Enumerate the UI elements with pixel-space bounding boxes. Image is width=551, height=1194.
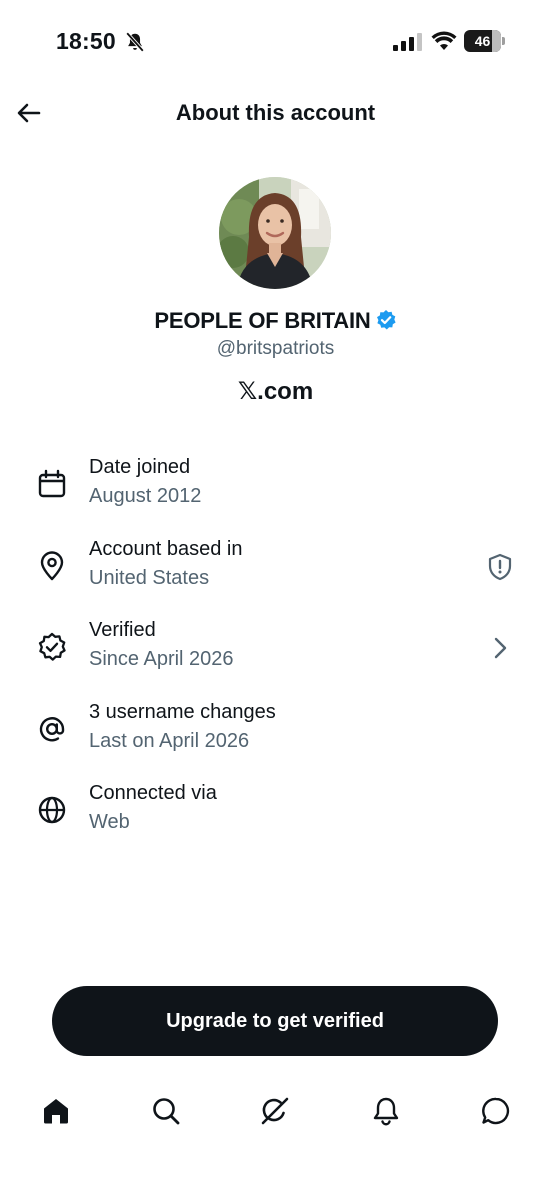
- signal-icon: [393, 33, 422, 51]
- info-row-verified[interactable]: Verified Since April 2026: [0, 619, 551, 689]
- verified-check-icon: [38, 632, 66, 661]
- calendar-icon: [38, 469, 66, 498]
- upgrade-to-get-verified-button[interactable]: Upgrade to get verified: [52, 986, 498, 1056]
- row-title: Date joined: [89, 456, 191, 478]
- info-row-username-changes: 3 username changes Last on April 2026: [0, 701, 551, 771]
- row-subtitle: August 2012: [89, 485, 202, 507]
- home-icon[interactable]: [39, 1094, 73, 1128]
- info-row-connected-via: Connected via Web: [0, 782, 551, 852]
- row-subtitle: Web: [89, 811, 130, 833]
- status-time: 18:50: [56, 28, 116, 54]
- shield-alert-icon[interactable]: [485, 552, 515, 582]
- row-title: Verified: [89, 619, 156, 641]
- row-title: Account based in: [89, 538, 243, 560]
- bottom-tab-bar: [0, 1080, 551, 1146]
- at-sign-icon: [39, 717, 65, 742]
- row-subtitle: Last on April 2026: [89, 730, 250, 752]
- info-row-account-based-in: Account based in United States: [0, 538, 551, 608]
- avatar[interactable]: [219, 177, 331, 289]
- messages-icon[interactable]: [479, 1094, 513, 1128]
- verified-badge-icon: [376, 310, 396, 330]
- display-name-row: PEOPLE OF BRITAIN: [0, 308, 551, 334]
- row-subtitle: Since April 2026: [89, 648, 234, 670]
- chevron-right-icon[interactable]: [485, 633, 515, 663]
- status-bar: 18:50 46: [0, 0, 551, 84]
- globe-icon: [38, 796, 66, 824]
- battery-icon: 46: [464, 30, 506, 52]
- battery-level: 46: [464, 30, 501, 52]
- display-name: PEOPLE OF BRITAIN: [154, 308, 371, 333]
- site-suffix: .com: [257, 378, 314, 405]
- username-handle: @britspatriots: [216, 338, 335, 359]
- info-row-date-joined: Date joined August 2012: [0, 456, 551, 526]
- about-account-screen: 18:50 46 About this account PEOPLE OF BR…: [0, 0, 551, 1194]
- row-title: Connected via: [89, 782, 217, 804]
- top-app-bar: About this account: [0, 84, 551, 144]
- site-label: 𝕏.com: [0, 377, 551, 406]
- notifications-icon[interactable]: [369, 1094, 403, 1128]
- bell-off-icon: [125, 32, 145, 52]
- location-pin-icon: [40, 551, 64, 581]
- page-title: About this account: [175, 100, 376, 125]
- avatar-photo: [219, 177, 331, 289]
- row-subtitle: United States: [89, 567, 210, 589]
- x-logo: 𝕏: [237, 377, 258, 405]
- grok-icon[interactable]: [258, 1094, 292, 1128]
- row-title: 3 username changes: [89, 701, 276, 723]
- search-icon[interactable]: [149, 1094, 183, 1128]
- wifi-icon: [431, 31, 457, 50]
